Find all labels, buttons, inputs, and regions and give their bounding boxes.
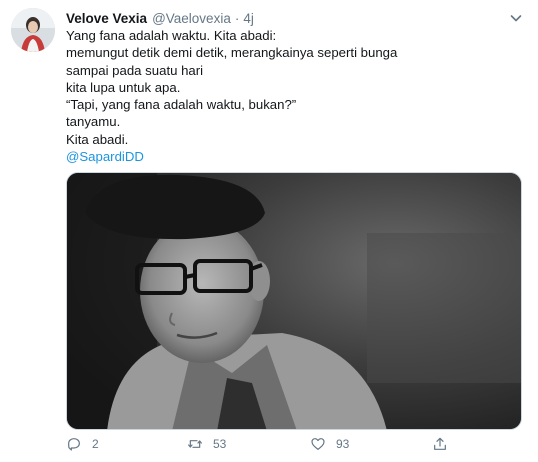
portrait-photo xyxy=(67,173,521,429)
mention-link[interactable]: @SapardiDD xyxy=(66,148,516,165)
share-button[interactable] xyxy=(432,436,448,452)
like-button[interactable]: 93 xyxy=(310,436,349,452)
tweet-line: Kita abadi. xyxy=(66,131,129,147)
like-count: 93 xyxy=(336,437,350,451)
tweet-line: sampai pada suatu hari xyxy=(66,62,204,78)
retweet-icon xyxy=(188,440,202,448)
timestamp[interactable]: 4j xyxy=(243,11,254,26)
tweet-text: Yang fana adalah waktu. Kita abadi: memu… xyxy=(66,27,516,165)
tweet-line: “Tapi, yang fana adalah waktu, bukan?” xyxy=(66,97,297,113)
tweet-actions: 2 53 93 xyxy=(66,436,466,458)
reply-button[interactable]: 2 xyxy=(66,436,99,452)
tweet-header: Velove Vexia @Vaelovexia · 4j xyxy=(66,8,254,28)
retweet-button[interactable]: 53 xyxy=(187,436,226,452)
tweet[interactable]: Velove Vexia @Vaelovexia · 4j Yang fana … xyxy=(0,0,538,462)
tweet-line: tanyamu. xyxy=(66,114,121,130)
reply-icon xyxy=(68,438,80,451)
separator-dot: · xyxy=(234,10,240,26)
author-handle[interactable]: @Vaelovexia xyxy=(152,11,231,26)
author-name[interactable]: Velove Vexia xyxy=(66,11,147,26)
tweet-line: kita lupa untuk apa. xyxy=(66,79,181,95)
reply-count: 2 xyxy=(92,437,99,451)
heart-icon xyxy=(311,438,325,450)
avatar[interactable] xyxy=(11,8,55,52)
chevron-down-icon[interactable] xyxy=(508,10,524,26)
tweet-photo[interactable] xyxy=(66,172,522,430)
tweet-line: memungut detik demi detik, merangkainya … xyxy=(66,45,398,61)
tweet-line: Yang fana adalah waktu. Kita abadi: xyxy=(66,28,277,43)
avatar-image xyxy=(11,8,55,52)
retweet-count: 53 xyxy=(213,437,227,451)
share-icon xyxy=(434,437,446,450)
